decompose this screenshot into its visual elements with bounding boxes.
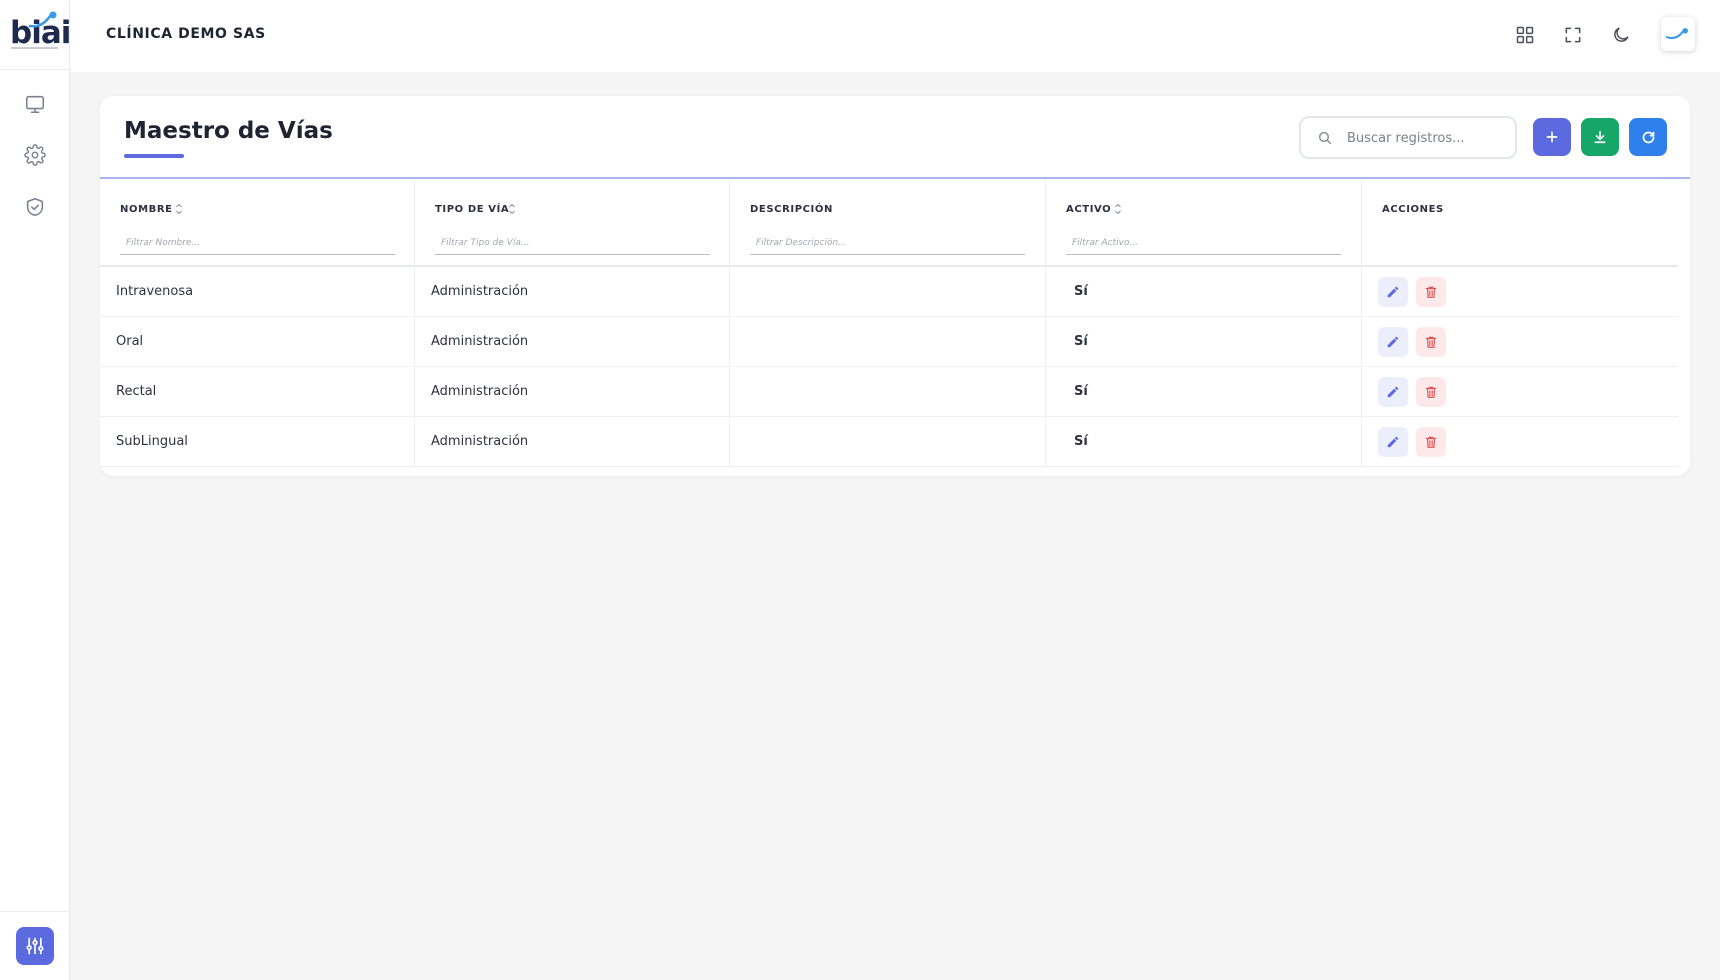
sliders-icon bbox=[26, 937, 44, 955]
column-label: TIPO DE VÍA bbox=[435, 204, 510, 215]
cell-descripcion bbox=[730, 317, 1046, 367]
settings-panel-button[interactable] bbox=[16, 927, 54, 965]
gear-icon[interactable] bbox=[22, 142, 48, 168]
cell-tipo: Administración bbox=[415, 317, 730, 367]
edit-button[interactable] bbox=[1378, 427, 1408, 457]
activo-text: Sí bbox=[1074, 284, 1088, 299]
table-row: Oral Administración Sí bbox=[100, 317, 1678, 367]
cell-nombre: Intravenosa bbox=[100, 267, 415, 317]
cell-activo: Sí bbox=[1046, 417, 1362, 467]
refresh-icon bbox=[1642, 131, 1654, 143]
sort-icon[interactable] bbox=[1114, 203, 1122, 215]
trash-icon bbox=[1425, 436, 1437, 448]
moon-icon[interactable] bbox=[1606, 20, 1636, 50]
tipo-text: Administración bbox=[431, 384, 529, 399]
cell-activo: Sí bbox=[1046, 267, 1362, 317]
column-header-descripcion: DESCRIPCIÓN bbox=[730, 179, 1046, 265]
cell-descripcion bbox=[730, 267, 1046, 317]
cell-descripcion bbox=[730, 367, 1046, 417]
main-card: Maestro de Vías NOMBRE TIPO DE VÍA DESCR… bbox=[100, 96, 1690, 476]
user-avatar[interactable] bbox=[1661, 17, 1695, 51]
cell-descripcion bbox=[730, 417, 1046, 467]
search-icon bbox=[1318, 131, 1332, 145]
cell-acciones bbox=[1362, 417, 1678, 467]
column-label: ACTIVO bbox=[1066, 204, 1112, 215]
search-input[interactable] bbox=[1347, 127, 1507, 149]
tipo-text: Administración bbox=[431, 334, 529, 349]
download-icon bbox=[1594, 130, 1606, 144]
activo-text: Sí bbox=[1074, 334, 1088, 349]
activo-text: Sí bbox=[1074, 384, 1088, 399]
cell-activo: Sí bbox=[1046, 317, 1362, 367]
sidebar-divider bbox=[0, 911, 70, 912]
column-label: ACCIONES bbox=[1382, 204, 1444, 215]
cell-tipo: Administración bbox=[415, 267, 730, 317]
table-row: Intravenosa Administración Sí bbox=[100, 267, 1678, 317]
filter-activo-input[interactable] bbox=[1066, 231, 1341, 255]
pencil-icon bbox=[1387, 436, 1399, 448]
nombre-text: SubLingual bbox=[116, 434, 188, 449]
cell-acciones bbox=[1362, 317, 1678, 367]
cell-nombre: Rectal bbox=[100, 367, 415, 417]
column-header-nombre: NOMBRE bbox=[100, 179, 415, 265]
logo-swoosh-icon bbox=[28, 11, 57, 28]
avatar-logo-icon bbox=[1665, 28, 1688, 40]
sort-icon[interactable] bbox=[508, 203, 516, 215]
pencil-icon bbox=[1387, 386, 1399, 398]
activo-text: Sí bbox=[1074, 434, 1088, 449]
add-button[interactable] bbox=[1533, 118, 1571, 156]
cell-nombre: SubLingual bbox=[100, 417, 415, 467]
logo[interactable]: biai bbox=[0, 0, 71, 70]
column-label: NOMBRE bbox=[120, 204, 173, 215]
tipo-text: Administración bbox=[431, 284, 529, 299]
filter-nombre-input[interactable] bbox=[120, 231, 395, 255]
refresh-button[interactable] bbox=[1629, 118, 1667, 156]
edit-button[interactable] bbox=[1378, 327, 1408, 357]
monitor-icon[interactable] bbox=[22, 91, 48, 117]
cell-tipo: Administración bbox=[415, 367, 730, 417]
cell-nombre: Oral bbox=[100, 317, 415, 367]
search-box[interactable] bbox=[1299, 116, 1517, 159]
cell-acciones bbox=[1362, 267, 1678, 317]
sidebar: biai bbox=[0, 0, 71, 980]
column-header-activo: ACTIVO bbox=[1046, 179, 1362, 265]
grid-icon[interactable] bbox=[1510, 20, 1540, 50]
table-header: NOMBRE TIPO DE VÍA DESCRIPCIÓN ACTIVO AC… bbox=[100, 179, 1678, 267]
title-underline bbox=[124, 154, 184, 158]
trash-icon bbox=[1425, 286, 1437, 298]
download-button[interactable] bbox=[1581, 118, 1619, 156]
topbar: CLÍNICA DEMO SAS bbox=[70, 0, 1720, 72]
filter-descripcion-input[interactable] bbox=[750, 231, 1025, 255]
tipo-text: Administración bbox=[431, 434, 529, 449]
cell-activo: Sí bbox=[1046, 367, 1362, 417]
logo-tagline bbox=[11, 47, 58, 49]
trash-icon bbox=[1425, 336, 1437, 348]
sort-icon[interactable] bbox=[175, 203, 183, 215]
delete-button[interactable] bbox=[1416, 277, 1446, 307]
table-row: Rectal Administración Sí bbox=[100, 367, 1678, 417]
pencil-icon bbox=[1387, 336, 1399, 348]
delete-button[interactable] bbox=[1416, 377, 1446, 407]
nombre-text: Oral bbox=[116, 334, 144, 349]
delete-button[interactable] bbox=[1416, 327, 1446, 357]
edit-button[interactable] bbox=[1378, 277, 1408, 307]
edit-button[interactable] bbox=[1378, 377, 1408, 407]
nombre-text: Intravenosa bbox=[116, 284, 194, 299]
nombre-text: Rectal bbox=[116, 384, 157, 399]
column-header-tipo: TIPO DE VÍA bbox=[415, 179, 730, 265]
plus-icon bbox=[1546, 131, 1558, 143]
trash-icon bbox=[1425, 386, 1437, 398]
delete-button[interactable] bbox=[1416, 427, 1446, 457]
page-title: Maestro de Vías bbox=[124, 118, 333, 144]
company-name: CLÍNICA DEMO SAS bbox=[106, 26, 266, 42]
filter-tipo-input[interactable] bbox=[435, 231, 710, 255]
table-row: SubLingual Administración Sí bbox=[100, 417, 1678, 467]
shield-check-icon[interactable] bbox=[22, 194, 48, 220]
column-header-acciones: ACCIONES bbox=[1362, 179, 1678, 265]
fullscreen-icon[interactable] bbox=[1558, 20, 1588, 50]
cell-acciones bbox=[1362, 367, 1678, 417]
cell-tipo: Administración bbox=[415, 417, 730, 467]
column-label: DESCRIPCIÓN bbox=[750, 204, 833, 215]
pencil-icon bbox=[1387, 286, 1399, 298]
